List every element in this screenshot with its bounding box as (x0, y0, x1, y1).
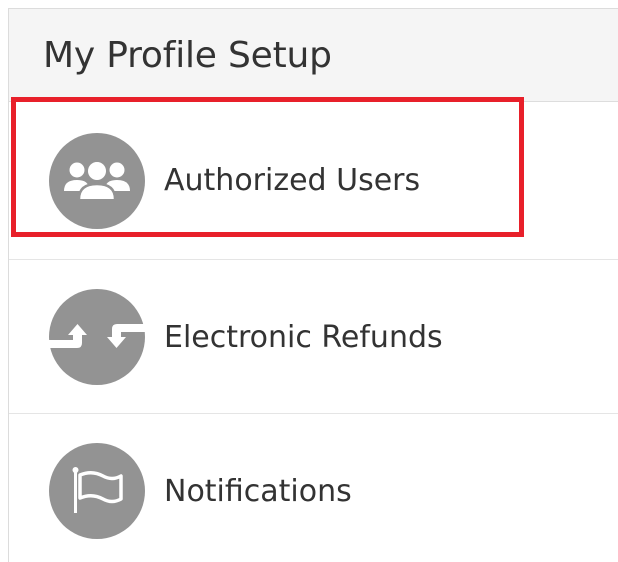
menu-item-electronic-refunds[interactable]: Electronic Refunds (9, 259, 618, 414)
menu-item-label: Electronic Refunds (164, 319, 443, 355)
profile-setup-panel: My Profile Setup Authorized Users Electr… (8, 8, 618, 562)
flag-icon (49, 443, 145, 539)
menu-item-notifications[interactable]: Notifications (9, 413, 618, 562)
menu-item-authorized-users[interactable]: Authorized Users (9, 103, 618, 258)
users-group-icon (49, 132, 145, 229)
menu-item-label: Authorized Users (164, 163, 421, 198)
menu-item-label: Notifications (164, 473, 352, 509)
page-title: My Profile Setup (43, 34, 332, 76)
panel-header: My Profile Setup (9, 9, 618, 102)
exchange-arrows-icon (49, 289, 145, 385)
